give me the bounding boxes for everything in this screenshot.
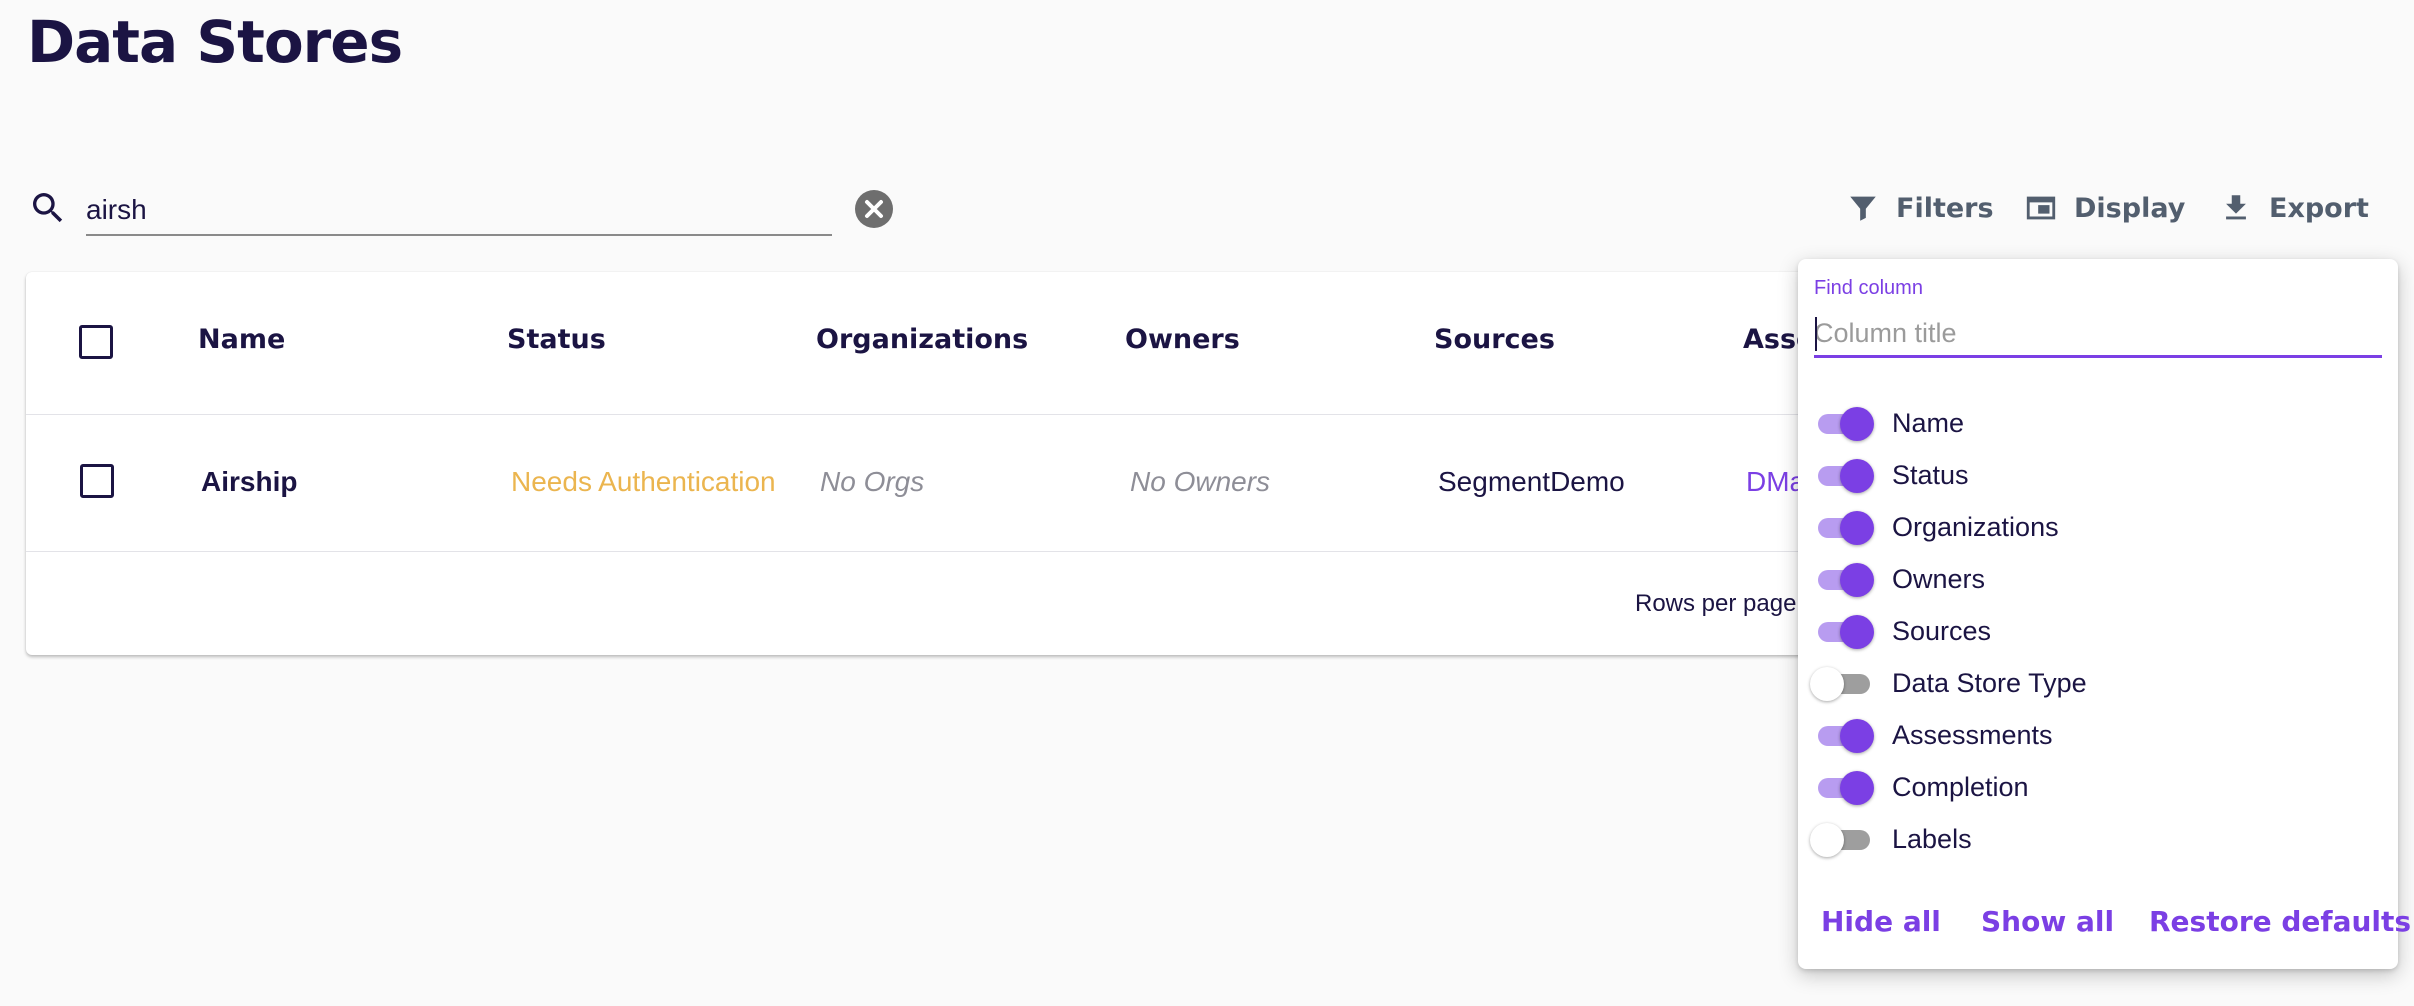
data-stores-table: Name Status Organizations Owners Sources… <box>26 272 1816 655</box>
show-all-button[interactable]: Show all <box>1981 905 2114 938</box>
column-toggle-name[interactable]: Name <box>1810 403 1964 443</box>
row-name-link[interactable]: Airship <box>201 466 297 498</box>
find-column-input[interactable] <box>1814 311 2382 358</box>
toggle-switch[interactable] <box>1810 819 1870 859</box>
select-all-checkbox[interactable] <box>79 325 113 359</box>
column-header-sources[interactable]: Sources <box>1434 324 1555 355</box>
clear-search-button[interactable] <box>855 190 893 228</box>
column-toggle-label: Organizations <box>1892 511 2059 542</box>
column-toggle-sources[interactable]: Sources <box>1810 611 1991 651</box>
display-button[interactable]: Display <box>2024 186 2185 230</box>
toggle-switch[interactable] <box>1810 403 1874 443</box>
column-toggle-label: Labels <box>1892 823 1972 854</box>
row-assessments-link[interactable]: DMa <box>1746 466 1805 498</box>
filters-button[interactable]: Filters <box>1846 186 1994 230</box>
toggle-switch[interactable] <box>1810 715 1874 755</box>
rows-per-page-label: Rows per page: <box>1635 590 1804 617</box>
column-toggle-assessments[interactable]: Assessments <box>1810 715 2053 755</box>
toggle-switch[interactable] <box>1810 663 1870 703</box>
clear-circle-icon <box>865 200 883 218</box>
toggle-switch[interactable] <box>1810 767 1874 807</box>
search-input[interactable] <box>86 186 832 236</box>
row-owners: No Owners <box>1130 466 1271 497</box>
toggle-switch[interactable] <box>1810 559 1874 599</box>
toggle-switch[interactable] <box>1810 455 1874 495</box>
hide-all-button[interactable]: Hide all <box>1821 905 1941 938</box>
column-toggle-owners[interactable]: Owners <box>1810 559 1985 599</box>
column-toggle-label: Sources <box>1892 615 1992 646</box>
column-header-organizations[interactable]: Organizations <box>816 324 1028 355</box>
search-icon <box>28 188 68 228</box>
toggle-switch[interactable] <box>1810 611 1874 651</box>
filters-label: Filters <box>1896 192 1994 224</box>
download-icon <box>2226 195 2246 220</box>
column-toggle-label: Assessments <box>1892 719 2053 750</box>
column-picker-popover: Find column Name Status Organizations Ow… <box>1798 259 2411 969</box>
export-label: Export <box>2269 192 2369 224</box>
page-title: Data Stores <box>27 8 403 76</box>
restore-defaults-button[interactable]: Restore defaults <box>2149 905 2411 938</box>
column-header-name[interactable]: Name <box>198 324 285 355</box>
column-toggle-completion[interactable]: Completion <box>1810 767 2029 807</box>
column-header-status[interactable]: Status <box>507 324 606 355</box>
column-toggle-status[interactable]: Status <box>1810 455 1969 495</box>
text-caret <box>1815 317 1817 351</box>
column-toggle-label: Owners <box>1892 563 1986 594</box>
column-toggle-label: Completion <box>1892 771 2029 802</box>
column-toggle-label: Name <box>1892 407 1965 438</box>
column-toggle-label: Data Store Type <box>1892 667 2087 698</box>
find-column-label: Find column <box>1814 277 1923 299</box>
status-badge[interactable]: Needs Authentication <box>511 466 776 498</box>
column-toggle-labels[interactable]: Labels <box>1810 819 1972 859</box>
filter-icon <box>1850 196 1876 221</box>
column-toggle-data-store-type[interactable]: Data Store Type <box>1810 663 2087 703</box>
row-checkbox[interactable] <box>80 464 114 498</box>
display-label: Display <box>2074 192 2186 224</box>
column-header-owners[interactable]: Owners <box>1125 324 1240 355</box>
row-organizations: No Orgs <box>820 466 925 497</box>
row-sources: SegmentDemo <box>1438 466 1625 497</box>
column-toggle-organizations[interactable]: Organizations <box>1810 507 2059 547</box>
display-icon <box>2026 196 2056 220</box>
toggle-switch[interactable] <box>1810 507 1874 547</box>
export-button[interactable]: Export <box>2219 186 2369 230</box>
column-toggle-label: Status <box>1892 459 1969 490</box>
